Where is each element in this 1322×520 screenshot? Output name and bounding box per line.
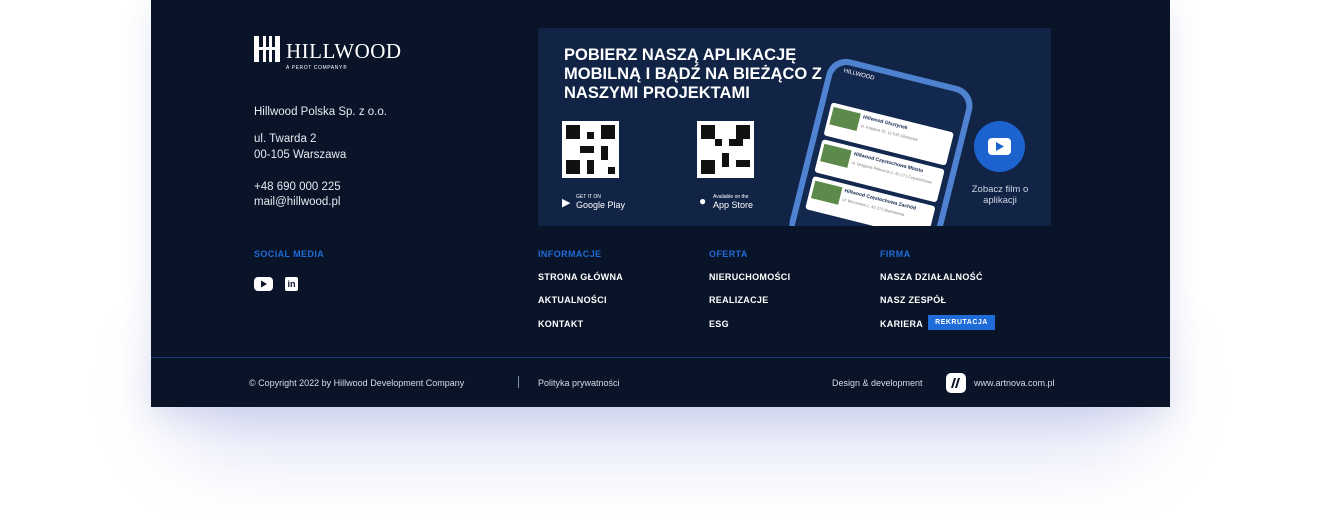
nav-link[interactable]: REALIZACJE [709,295,769,305]
nav-informacje-title: INFORMACJE [538,249,602,259]
separator [518,376,519,388]
logo-mark-icon [254,36,280,62]
artnova-link[interactable]: www.artnova.com.pl [974,378,1055,388]
artnova-logo-icon[interactable] [946,373,966,393]
footer-divider [151,357,1170,358]
linkedin-icon[interactable]: in [285,277,298,291]
video-label[interactable]: Zobacz film o aplikacji [960,184,1040,206]
recruitment-badge[interactable]: REKRUTACJA [928,315,995,330]
card-thumbnail [810,180,843,205]
social-title: SOCIAL MEDIA [254,249,325,259]
privacy-link[interactable]: Polityka prywatności [538,378,620,388]
nav-link[interactable]: STRONA GŁÓWNA [538,272,623,282]
nav-link[interactable]: KARIERA [880,319,923,329]
copyright-text: © Copyright 2022 by Hillwood Development… [249,378,465,388]
logo-wordmark: HILLWOOD [286,39,402,63]
nav-link[interactable]: KONTAKT [538,319,583,329]
app-store-qr [697,121,754,178]
nav-link[interactable]: NASZA DZIAŁALNOŚĆ [880,272,983,282]
nav-link[interactable]: AKTUALNOŚCI [538,295,607,305]
youtube-icon[interactable] [254,277,273,291]
card-thumbnail [829,106,861,132]
app-banner: POBIERZ NASZĄ APLIKACJĘ MOBILNĄ I BĄDŹ N… [538,28,1051,226]
play-video-button[interactable] [974,121,1025,172]
logo-tagline: A PEROT COMPANY® [286,65,348,71]
google-play-icon: ▶ [562,197,571,209]
nav-firma-title: FIRMA [880,249,911,259]
qr-code-icon [566,125,615,174]
nav-link[interactable]: ESG [709,319,729,329]
contact-phone[interactable]: +48 690 000 225 [254,181,341,193]
site-footer: HILLWOOD A PEROT COMPANY® Hillwood Polsk… [151,0,1170,407]
google-play-qr [562,121,619,178]
hillwood-logo[interactable]: HILLWOOD A PEROT COMPANY® [254,34,404,74]
nav-link[interactable]: NASZ ZESPÓŁ [880,295,946,305]
apple-icon: ● [699,194,707,208]
card-thumbnail [820,143,852,168]
design-credit: Design & development [832,378,923,388]
nav-link[interactable]: NIERUCHOMOŚCI [709,272,790,282]
app-banner-title: POBIERZ NASZĄ APLIKACJĘ MOBILNĄ I BĄDŹ N… [564,46,822,102]
address-street: ul. Twarda 2 [254,133,317,145]
address-city: 00-105 Warszawa [254,149,347,161]
contact-email[interactable]: mail@hillwood.pl [254,196,340,208]
company-name: Hillwood Polska Sp. z o.o. [254,106,387,118]
nav-oferta-title: OFERTA [709,249,748,259]
play-icon [988,138,1011,155]
phone-logo: HILLWOOD [842,68,875,82]
qr-code-icon [701,125,750,174]
